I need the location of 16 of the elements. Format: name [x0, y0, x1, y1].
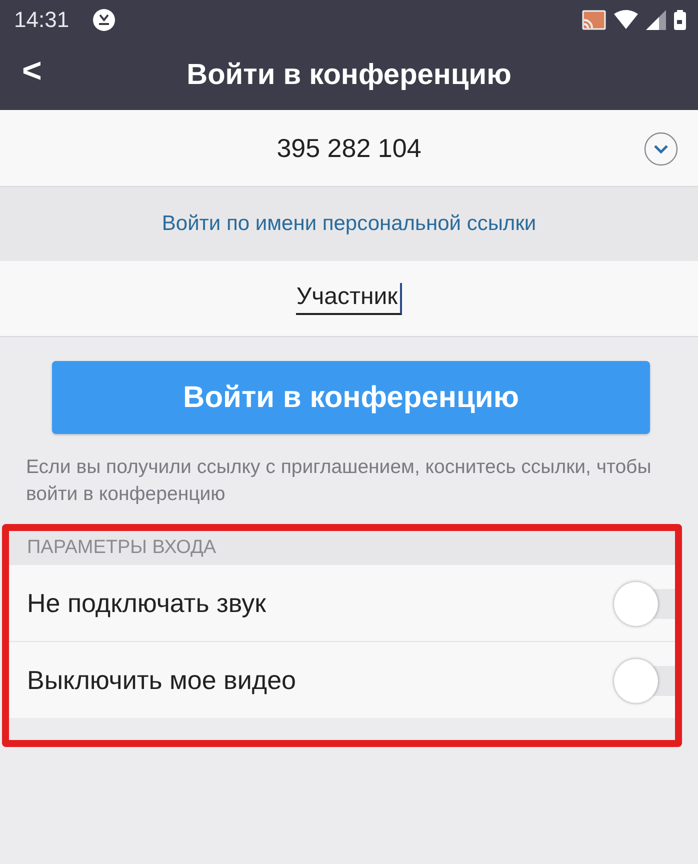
page-title: Войти в конференцию — [186, 58, 512, 92]
signal-icon — [646, 10, 666, 30]
name-field[interactable]: Участник — [296, 282, 402, 314]
wifi-icon — [614, 10, 638, 30]
hint-text: Если вы получили ссылку с приглашением, коснитесь ссылки, чтобы войти в конференцию — [26, 455, 652, 507]
dropdown-icon[interactable] — [644, 132, 678, 166]
back-button[interactable]: < — [16, 52, 48, 91]
section-header: ПАРАМЕТРЫ ВХОДА — [9, 531, 675, 565]
download-done-icon — [93, 9, 116, 31]
meeting-id-field[interactable]: 395 282 104 — [276, 132, 422, 164]
option-label: Не подключать звук — [27, 588, 266, 618]
cast-icon — [582, 10, 606, 30]
option-label: Выключить мое видео — [27, 664, 296, 696]
status-time: 14:31 — [14, 7, 70, 33]
personal-link-option[interactable]: Войти по имени персональной ссылки — [162, 212, 536, 236]
battery-icon — [674, 10, 686, 30]
